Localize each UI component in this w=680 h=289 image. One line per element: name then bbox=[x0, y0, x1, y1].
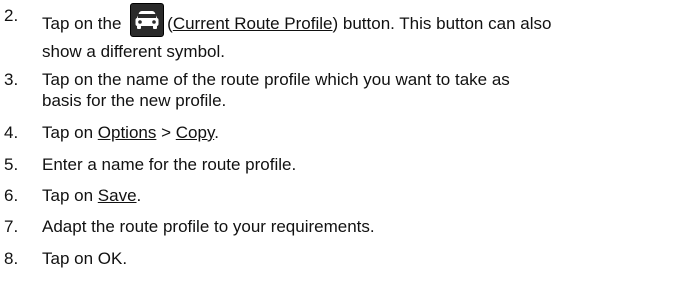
step-text: Tap on Options > Copy. bbox=[42, 123, 219, 142]
step-text-pre: Tap on bbox=[42, 123, 94, 142]
current-route-profile-button[interactable] bbox=[130, 3, 165, 37]
step-text: Adapt the route profile to your requirem… bbox=[42, 217, 375, 236]
step-text-line1: Tap on the name of the route profile whi… bbox=[42, 70, 510, 89]
step-text-post: ) button. This button can also bbox=[332, 14, 552, 33]
step-number: 3. bbox=[4, 70, 19, 89]
copy-link[interactable]: Copy bbox=[176, 123, 214, 142]
options-link[interactable]: Options bbox=[98, 123, 157, 142]
step-text: Tap on the (Current Route Profile) butto… bbox=[42, 3, 672, 61]
step-text-line2: basis for the new profile. bbox=[42, 91, 227, 110]
car-icon bbox=[135, 11, 159, 29]
step-text-line2: show a different symbol. bbox=[42, 42, 225, 61]
step-number: 5. bbox=[4, 155, 19, 174]
step-text-pre: Tap on bbox=[42, 186, 94, 205]
current-route-profile-link[interactable]: Current Route Profile bbox=[173, 14, 333, 33]
step-text-pre: Tap on the bbox=[42, 14, 122, 33]
step-text: Enter a name for the route profile. bbox=[42, 155, 297, 174]
step-number: 4. bbox=[4, 123, 19, 142]
step-number: 2. bbox=[4, 6, 19, 25]
step-number: 6. bbox=[4, 186, 19, 205]
instruction-steps: 2. Tap on the (Current Route Profile) bu… bbox=[0, 0, 680, 289]
step-text: Tap on OK. bbox=[42, 249, 128, 268]
step-text: Tap on the name of the route profile whi… bbox=[42, 69, 672, 111]
step-number: 8. bbox=[4, 249, 19, 268]
step-number: 7. bbox=[4, 217, 19, 236]
save-link[interactable]: Save bbox=[98, 186, 137, 205]
menu-separator: > bbox=[161, 123, 172, 142]
step-text: Tap on Save. bbox=[42, 186, 142, 205]
